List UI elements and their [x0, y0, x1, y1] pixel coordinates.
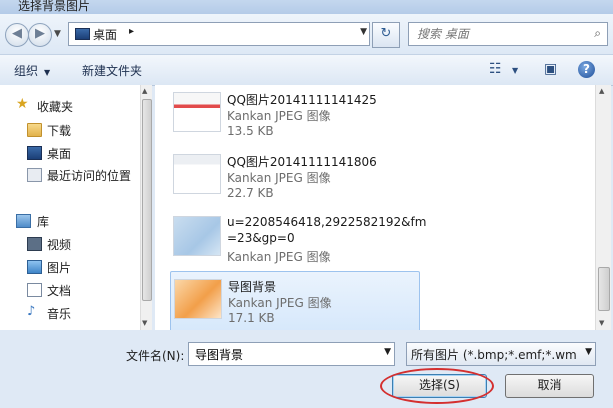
file-item[interactable]: QQ图片20141111141425 Kankan JPEG 图像 13.5 K… — [170, 85, 418, 145]
search-input[interactable] — [415, 25, 579, 43]
file-type-filter-value: 所有图片 (*.bmp;*.emf;*.wmf; — [411, 348, 577, 362]
nav-item-recent[interactable]: 最近访问的位置 — [0, 165, 140, 185]
chevron-down-icon[interactable]: ▼ — [585, 347, 592, 357]
recent-places-icon — [27, 168, 42, 182]
breadcrumb-chevron-icon[interactable]: ▸ — [129, 26, 134, 37]
cancel-button[interactable]: 取消 — [505, 374, 594, 398]
search-icon: ⌕ — [594, 26, 601, 40]
file-name: 导图背景 — [228, 280, 277, 294]
select-button[interactable]: 选择(S) — [392, 374, 487, 398]
file-thumbnail — [174, 279, 222, 319]
nav-label-music: 音乐 — [47, 307, 72, 321]
nav-item-documents[interactable]: 文档 — [0, 280, 140, 300]
title-bar: 选择背景图片 — [0, 0, 613, 14]
nav-scrollbar[interactable]: ▲ ▼ — [140, 85, 152, 330]
file-scroll-thumb[interactable] — [598, 267, 610, 311]
file-type: Kankan JPEG 图像 — [227, 171, 331, 185]
file-list-scrollbar[interactable]: ▲ ▼ — [595, 85, 611, 330]
nav-item-desktop[interactable]: 桌面 — [0, 143, 140, 163]
video-icon — [27, 237, 42, 251]
music-note-icon: ♪ — [27, 304, 36, 319]
toolbar: 组织 ▼ 新建文件夹 ☷ ▼ ▣ ? — [0, 54, 613, 86]
file-name: QQ图片20141111141806 — [227, 155, 377, 169]
search-box[interactable]: ⌕ — [408, 22, 608, 46]
star-icon: ★ — [16, 96, 29, 112]
file-list: QQ图片20141111141425 Kankan JPEG 图像 13.5 K… — [155, 85, 595, 333]
refresh-button[interactable]: ↻ — [372, 22, 400, 48]
filename-label: 文件名(N): — [126, 349, 185, 363]
chevron-down-icon: ▼ — [44, 68, 51, 77]
forward-arrow-icon: ▶ — [35, 26, 45, 41]
file-thumbnail — [173, 216, 221, 256]
scroll-down-icon[interactable]: ▼ — [599, 319, 604, 327]
file-size: 17.1 KB — [228, 311, 275, 325]
file-name: u=2208546418,2922582192&fm — [227, 215, 427, 229]
file-thumbnail — [173, 92, 221, 132]
nav-label-pictures: 图片 — [47, 261, 72, 275]
filename-input[interactable] — [193, 345, 377, 363]
back-arrow-icon: ◀ — [12, 26, 22, 41]
nav-item-downloads[interactable]: 下载 — [0, 120, 140, 140]
window-title: 选择背景图片 — [18, 0, 91, 13]
scroll-up-icon[interactable]: ▲ — [599, 87, 604, 95]
scroll-up-icon[interactable]: ▲ — [142, 87, 147, 95]
new-folder-button[interactable]: 新建文件夹 — [82, 62, 142, 79]
nav-item-favorites[interactable]: ★ 收藏夹 — [0, 96, 140, 116]
nav-item-libraries[interactable]: 库 — [0, 211, 140, 231]
nav-scroll-thumb[interactable] — [142, 99, 152, 301]
navigation-pane: ★ 收藏夹 下载 桌面 最近访问的位置 库 视频 图片 文档 ♪ 音乐 — [0, 85, 151, 330]
file-type-filter[interactable]: 所有图片 (*.bmp;*.emf;*.wmf; ▼ — [406, 342, 596, 366]
address-bar[interactable]: 桌面 ▸ ▼ — [68, 22, 370, 46]
recent-pages-dropdown-icon[interactable]: ▼ — [54, 29, 61, 39]
nav-label-desktop: 桌面 — [47, 147, 72, 161]
nav-label-videos: 视频 — [47, 238, 72, 252]
file-size: 13.5 KB — [227, 124, 274, 138]
downloads-folder-icon — [27, 123, 42, 137]
file-type: Kankan JPEG 图像 — [227, 250, 331, 264]
desktop-icon — [75, 28, 90, 40]
help-icon[interactable]: ? — [578, 61, 595, 78]
nav-label-recent: 最近访问的位置 — [47, 169, 132, 183]
refresh-icon: ↻ — [380, 26, 392, 41]
file-item[interactable]: QQ图片20141111141806 Kankan JPEG 图像 22.7 K… — [170, 147, 418, 207]
file-item-selected[interactable]: 导图背景 Kankan JPEG 图像 17.1 KB — [170, 271, 420, 333]
desktop-icon — [27, 146, 42, 160]
nav-item-videos[interactable]: 视频 — [0, 234, 140, 254]
file-type: Kankan JPEG 图像 — [227, 109, 331, 123]
file-name-continued: =23&gp=0 — [227, 231, 295, 245]
view-dropdown-icon[interactable]: ▼ — [512, 66, 518, 75]
organize-label: 组织 — [14, 64, 39, 78]
pictures-icon — [27, 260, 42, 274]
library-icon — [16, 214, 31, 228]
file-name: QQ图片20141111141425 — [227, 93, 377, 107]
nav-label-downloads: 下载 — [47, 124, 72, 138]
address-row: ◀ ▶ ▼ 桌面 ▸ ▼ ↻ ⌕ — [0, 14, 613, 54]
nav-item-pictures[interactable]: 图片 — [0, 257, 140, 277]
back-button[interactable]: ◀ — [5, 23, 29, 47]
document-icon — [27, 283, 42, 297]
dialog-footer: 文件名(N): ▼ 所有图片 (*.bmp;*.emf;*.wmf; ▼ 选择(… — [0, 330, 613, 408]
nav-label-libraries: 库 — [37, 215, 50, 229]
address-dropdown-icon[interactable]: ▼ — [360, 27, 367, 37]
file-thumbnail — [173, 154, 221, 194]
breadcrumb-desktop[interactable]: 桌面 — [93, 26, 117, 43]
file-size: 22.7 KB — [227, 186, 274, 200]
forward-button[interactable]: ▶ — [28, 23, 52, 47]
file-item[interactable]: u=2208546418,2922582192&fm =23&gp=0 Kank… — [170, 209, 426, 269]
preview-pane-icon[interactable]: ▣ — [544, 61, 557, 77]
filename-combobox[interactable]: ▼ — [188, 342, 395, 366]
file-type: Kankan JPEG 图像 — [228, 296, 332, 310]
nav-label-documents: 文档 — [47, 284, 72, 298]
view-options-icon[interactable]: ☷ — [489, 61, 502, 77]
scroll-down-icon[interactable]: ▼ — [142, 319, 147, 327]
chevron-down-icon[interactable]: ▼ — [384, 347, 391, 357]
nav-label-favorites: 收藏夹 — [37, 100, 74, 114]
organize-button[interactable]: 组织 ▼ — [14, 62, 50, 79]
nav-item-music[interactable]: ♪ 音乐 — [0, 303, 140, 323]
